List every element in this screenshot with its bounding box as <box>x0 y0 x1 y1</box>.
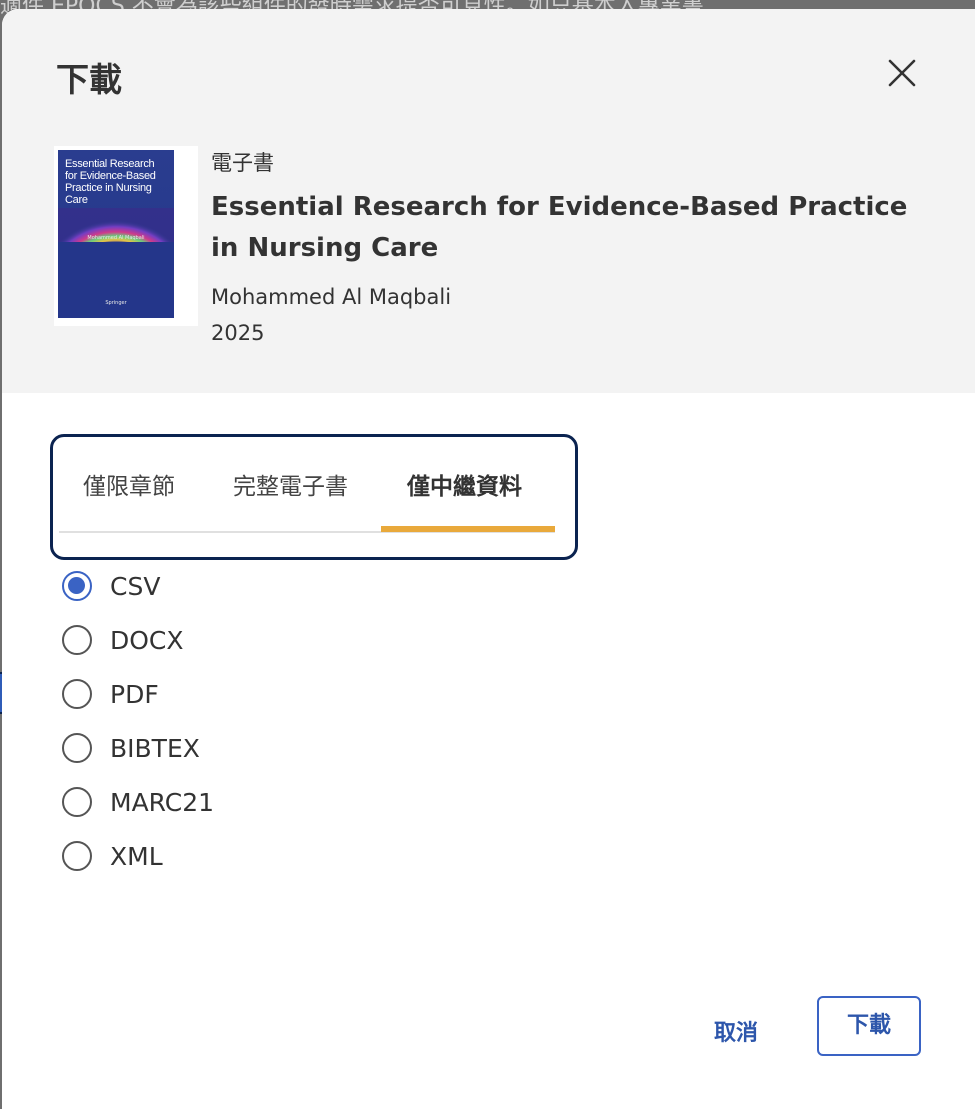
cover-author: Mohammed Al Maqbali <box>87 235 145 241</box>
download-scope-tabs: 僅限章節 完整電子書 僅中繼資料 <box>50 434 578 560</box>
radio-docx[interactable] <box>62 625 92 655</box>
book-title: Essential Research for Evidence-Based Pr… <box>211 192 908 263</box>
radio-pdf[interactable] <box>62 679 92 709</box>
book-type: 電子書 <box>211 151 274 175</box>
active-tab-indicator <box>381 526 555 532</box>
cancel-button[interactable]: 取消 <box>714 1015 758 1047</box>
radio-csv[interactable] <box>62 571 92 601</box>
book-cover-image: Essential Research for Evidence-Based Pr… <box>58 150 174 318</box>
tab-chapters-only[interactable]: 僅限章節 <box>83 467 175 501</box>
format-option-pdf[interactable]: PDF <box>60 677 360 717</box>
format-label-xml: XML <box>110 842 163 871</box>
tab-full-ebook[interactable]: 完整電子書 <box>233 467 348 501</box>
format-option-docx[interactable]: DOCX <box>60 623 360 663</box>
download-button[interactable]: 下載 <box>817 996 921 1056</box>
close-button[interactable] <box>882 53 922 93</box>
radio-bibtex[interactable] <box>62 733 92 763</box>
book-year: 2025 <box>211 321 265 345</box>
format-option-csv[interactable]: CSV <box>60 569 360 609</box>
dialog-title: 下載 <box>56 60 122 99</box>
format-label-docx: DOCX <box>110 626 184 655</box>
book-cover: Essential Research for Evidence-Based Pr… <box>54 146 198 326</box>
close-icon <box>888 59 916 87</box>
cover-publisher: Springer <box>105 300 127 306</box>
format-label-csv: CSV <box>110 572 161 601</box>
format-label-pdf: PDF <box>110 680 159 709</box>
format-label-marc21: MARC21 <box>110 788 215 817</box>
tab-metadata-only[interactable]: 僅中繼資料 <box>407 467 522 501</box>
radio-xml[interactable] <box>62 841 92 871</box>
book-author: Mohammed Al Maqbali <box>211 285 452 309</box>
format-option-marc21[interactable]: MARC21 <box>60 785 360 825</box>
download-dialog: 下載 Essential Research for Evidence-Based… <box>2 9 975 1109</box>
format-label-bibtex: BIBTEX <box>110 734 200 763</box>
dialog-header: 下載 Essential Research for Evidence-Based… <box>2 9 975 393</box>
cover-title: Essential Research for Evidence-Based Pr… <box>65 158 156 206</box>
format-option-bibtex[interactable]: BIBTEX <box>60 731 360 771</box>
format-option-xml[interactable]: XML <box>60 839 360 879</box>
radio-marc21[interactable] <box>62 787 92 817</box>
